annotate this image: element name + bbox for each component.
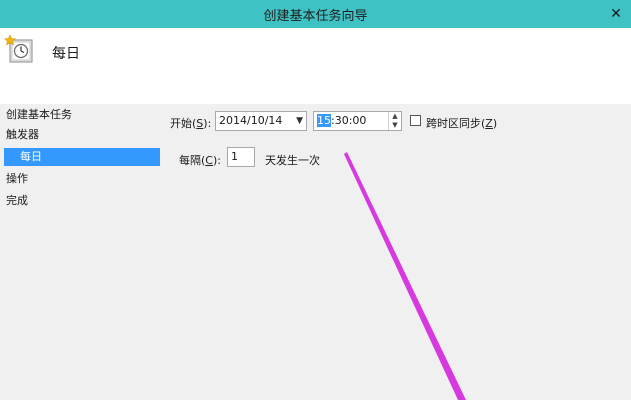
time-spinner[interactable]: ▲ ▼ <box>388 112 401 130</box>
nav-step-finish: 完成 <box>6 194 28 207</box>
scheduled-task-icon <box>4 34 33 63</box>
recur-suffix: 天发生一次 <box>265 154 320 167</box>
spin-down-icon[interactable]: ▼ <box>389 121 401 130</box>
nav-step-daily-label: 每日 <box>20 150 42 163</box>
nav-step-daily: 每日 <box>4 148 160 166</box>
sync-timezone-label: 跨时区同步(Z) <box>426 117 498 130</box>
start-date-picker[interactable]: 2014/10/14 ▼ <box>215 111 307 131</box>
close-button[interactable]: ✕ <box>601 0 631 28</box>
spin-up-icon[interactable]: ▲ <box>389 112 401 121</box>
time-rest: :30:00 <box>331 114 367 127</box>
title-bar: 创建基本任务向导 ✕ <box>0 0 631 28</box>
start-label: 开始(S): <box>170 117 212 130</box>
chevron-down-icon[interactable]: ▼ <box>296 112 303 130</box>
close-icon: ✕ <box>610 6 622 22</box>
time-hour-selected[interactable]: 15 <box>317 114 331 127</box>
start-date-value: 2014/10/14 <box>219 114 283 127</box>
recur-days-value: 1 <box>231 150 238 163</box>
nav-step-trigger: 触发器 <box>6 128 39 141</box>
sync-timezone-checkbox[interactable] <box>410 115 421 126</box>
wizard-header: 每日 <box>0 28 631 104</box>
trigger-settings-panel: 开始(S): 2014/10/14 ▼ 15:30:00 ▲ ▼ 跨时区同步(Z… <box>165 104 631 400</box>
wizard-steps-nav: 创建基本任务 触发器 每日 操作 完成 <box>0 104 165 400</box>
start-time-picker[interactable]: 15:30:00 ▲ ▼ <box>313 111 402 131</box>
recur-label: 每隔(C): <box>179 154 221 167</box>
nav-step-create-task: 创建基本任务 <box>6 108 72 121</box>
page-title: 每日 <box>52 46 80 62</box>
window-title: 创建基本任务向导 <box>263 8 368 24</box>
nav-step-action: 操作 <box>6 172 28 185</box>
recur-days-input[interactable]: 1 <box>227 147 255 167</box>
